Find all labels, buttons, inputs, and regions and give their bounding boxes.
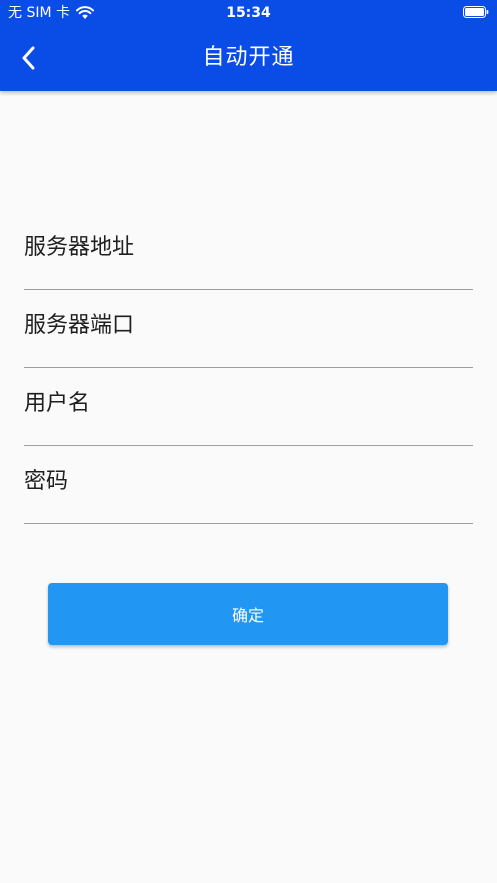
battery-icon — [463, 6, 489, 18]
username-field[interactable]: 用户名 — [24, 369, 477, 447]
username-input[interactable] — [24, 369, 477, 447]
server-port-input[interactable] — [24, 291, 477, 369]
password-field[interactable]: 密码 — [24, 447, 477, 525]
status-bar: 无 SIM 卡 15:34 — [0, 0, 497, 26]
server-address-input[interactable] — [24, 213, 477, 291]
app-header: 无 SIM 卡 15:34 自动开通 — [0, 0, 497, 91]
password-input[interactable] — [24, 447, 477, 525]
server-address-field[interactable]: 服务器地址 — [24, 213, 477, 291]
status-time: 15:34 — [226, 5, 271, 21]
confirm-button[interactable]: 确定 — [48, 583, 448, 645]
provision-form: 服务器地址 服务器端口 用户名 密码 — [24, 213, 477, 525]
confirm-button-label: 确定 — [231, 606, 264, 625]
navigation-bar: 自动开通 — [0, 26, 497, 91]
server-port-field[interactable]: 服务器端口 — [24, 291, 477, 369]
page-title: 自动开通 — [202, 45, 295, 70]
